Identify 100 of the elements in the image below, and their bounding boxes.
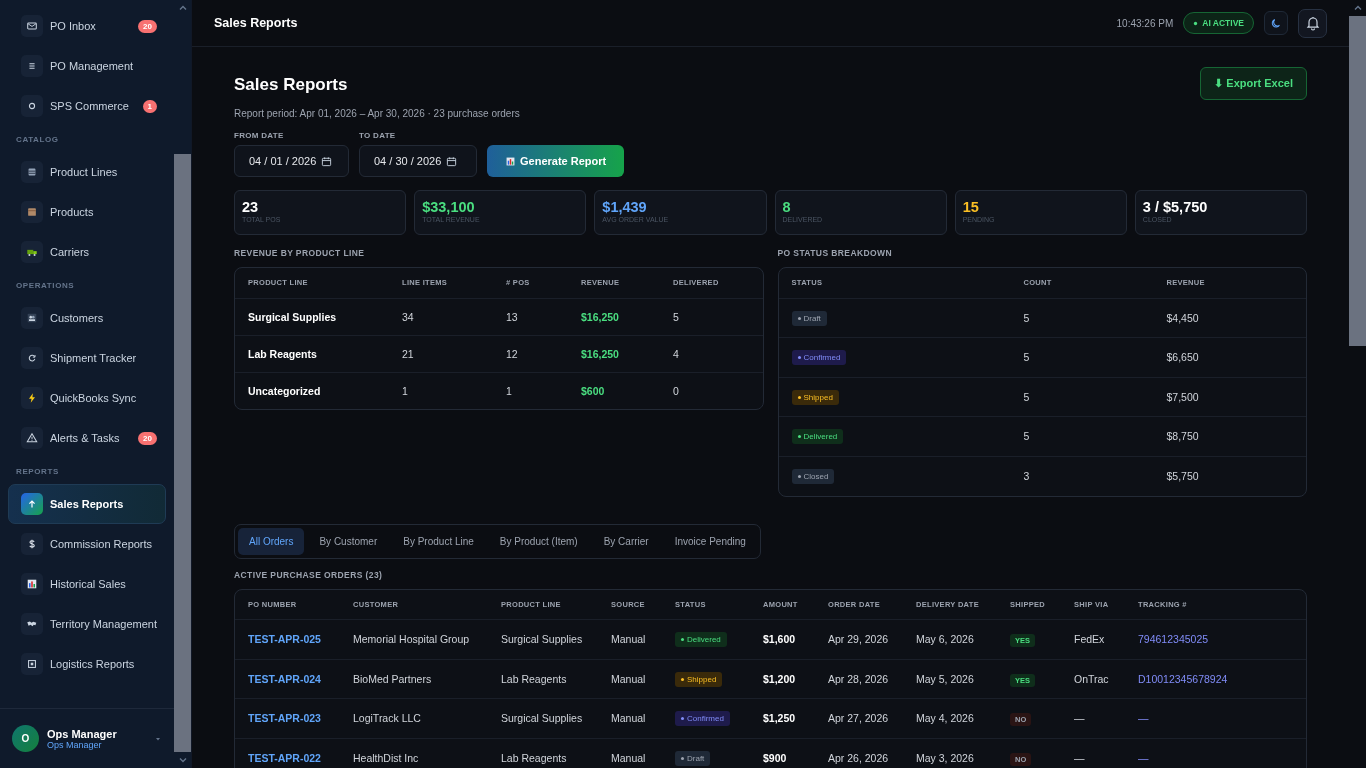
table-cell: BioMed Partners [340, 659, 488, 699]
section-heading: REPORTS [15, 466, 60, 478]
tab[interactable]: Invoice Pending [663, 527, 757, 555]
table-cell: Surgical Supplies [488, 698, 598, 738]
table-cell: 5 [1010, 377, 1154, 417]
table-cell: 0 [660, 372, 763, 409]
status-badge: Draft [675, 751, 711, 766]
table-cell: $5,750 [1153, 456, 1306, 496]
sidebar-item-label: Logistics Reports [50, 656, 136, 672]
table-cell: Manual [598, 698, 662, 738]
sidebar-item-label: SPS Commerce [50, 98, 130, 114]
table-cell: 5 [660, 298, 763, 335]
sidebar-item[interactable]: Historical Sales [8, 564, 166, 604]
sidebar-item[interactable]: SPS Commerce 1 [8, 86, 166, 126]
po-link[interactable]: TEST-APR-022 [248, 752, 321, 764]
tab[interactable]: By Product (Item) [488, 527, 589, 555]
table-cell: 3 [1010, 456, 1154, 496]
table-cell: $1,250 [750, 698, 815, 738]
table-cell: $1,600 [750, 619, 815, 659]
avatar: O [12, 725, 39, 752]
date-field[interactable]: 04 / 30 / 2026 [359, 145, 477, 177]
theme-toggle-button[interactable] [1264, 11, 1288, 35]
sidebar-item[interactable]: Sales Reports [8, 484, 166, 524]
sidebar-item[interactable]: PO Inbox 20 [8, 6, 166, 46]
tracking-link[interactable]: D10012345678924 [1138, 672, 1228, 685]
po-link[interactable]: TEST-APR-023 [248, 712, 321, 725]
status-badge: Draft [791, 310, 827, 326]
table-cell: 5 [1010, 298, 1154, 338]
sidebar-item-label: Sales Reports [50, 496, 125, 512]
sidebar-item-label: Territory Management [50, 616, 157, 632]
po-link[interactable]: TEST-APR-024 [248, 672, 321, 685]
clock-time: 10:43:26 PM [1116, 17, 1174, 29]
sidebar-item[interactable]: Alerts & Tasks 20 [8, 418, 166, 458]
tab[interactable]: By Customer [308, 527, 389, 555]
generate-report-button[interactable]: Generate Report [487, 145, 625, 177]
table-cell: Apr 29, 2026 [815, 619, 903, 659]
table-cell: Apr 28, 2026 [815, 659, 903, 699]
field-label: TO DATE [359, 131, 397, 140]
table-cell: Apr 27, 2026 [815, 698, 903, 738]
bar-chart-icon [505, 155, 516, 167]
sidebar-item[interactable]: QuickBooks Sync [8, 378, 166, 418]
table-cell: OnTrac [1061, 659, 1125, 699]
sidebar-item[interactable]: PO Management [8, 46, 166, 86]
sidebar-item[interactable]: Shipment Tracker [8, 338, 166, 378]
scroll-down-icon [177, 755, 188, 765]
table-cell: $7,500 [1153, 377, 1306, 417]
sidebar-item[interactable]: Product Lines [8, 152, 166, 192]
table-cell: $1,200 [750, 659, 815, 699]
sidebar-item-label: QuickBooks Sync [50, 390, 138, 406]
tracking-link[interactable]: — [1138, 752, 1149, 764]
sidebar-item[interactable]: Products [8, 192, 166, 232]
tab[interactable]: All Orders [238, 527, 305, 555]
table-cell: 1 [493, 372, 568, 409]
section-heading: ACTIVE PURCHASE ORDERS (23) [234, 569, 384, 580]
sidebar-item[interactable]: Commission Reports [8, 524, 166, 564]
date-field[interactable]: 04 / 01 / 2026 [234, 145, 349, 177]
table-cell: $16,250 [568, 298, 660, 335]
sidebar-item-label: PO Management [50, 58, 135, 74]
status-badge: Shipped [791, 389, 839, 405]
table-cell: 4 [660, 335, 763, 372]
notifications-button[interactable] [1298, 8, 1327, 38]
table-cell: 5 [1010, 337, 1154, 377]
sidebar-item[interactable]: Territory Management [8, 604, 166, 644]
scroll-up-icon [1352, 3, 1363, 13]
mail-icon [26, 20, 38, 32]
list-icon [26, 60, 38, 72]
section-heading: PO STATUS BREAKDOWN [777, 248, 893, 258]
bell-icon [1304, 15, 1321, 31]
tracking-link[interactable]: — [1138, 712, 1149, 725]
circle-icon [26, 100, 38, 112]
report-period-text: Report period: Apr 01, 2026 – Apr 30, 2026 · 23 purchase orders [234, 108, 520, 119]
tab[interactable]: By Carrier [592, 527, 660, 555]
section-heading: OPERATIONS [15, 280, 76, 292]
tab[interactable]: By Product Line [392, 527, 485, 555]
export-button[interactable]: ⬇ Export Excel [1200, 67, 1307, 100]
count-badge: 20 [138, 431, 157, 445]
count-badge: 1 [142, 99, 157, 113]
sidebar-item-label: Historical Sales [50, 576, 127, 592]
sidebar-item-label: Alerts & Tasks [50, 430, 121, 446]
refresh-icon [26, 352, 38, 364]
table-cell: 34 [389, 298, 493, 335]
tracking-link[interactable]: 794612345025 [1138, 633, 1209, 646]
table-cell: Manual [598, 659, 662, 699]
table-cell: Apr 26, 2026 [815, 738, 903, 768]
table-cell: 21 [389, 335, 493, 372]
sidebar-item[interactable]: Customers [8, 298, 166, 338]
sidebar-item[interactable]: Carriers [8, 232, 166, 272]
table-icon [26, 166, 38, 178]
stat-value: 3 / $5,750 [1142, 199, 1209, 216]
user-role: Ops Manager [47, 739, 102, 750]
status-badge: Confirmed [791, 350, 847, 366]
section-heading: REVENUE BY PRODUCT LINE [234, 248, 366, 258]
count-badge: 20 [138, 19, 157, 33]
stat-value: $1,439 [602, 199, 648, 216]
status-badge: Delivered [791, 429, 844, 445]
po-link[interactable]: TEST-APR-025 [248, 633, 321, 646]
scrollbar[interactable] [174, 0, 191, 768]
sidebar-item-label: Shipment Tracker [50, 350, 138, 366]
sidebar-item[interactable]: Logistics Reports [8, 644, 166, 684]
dollar-icon [26, 538, 38, 550]
